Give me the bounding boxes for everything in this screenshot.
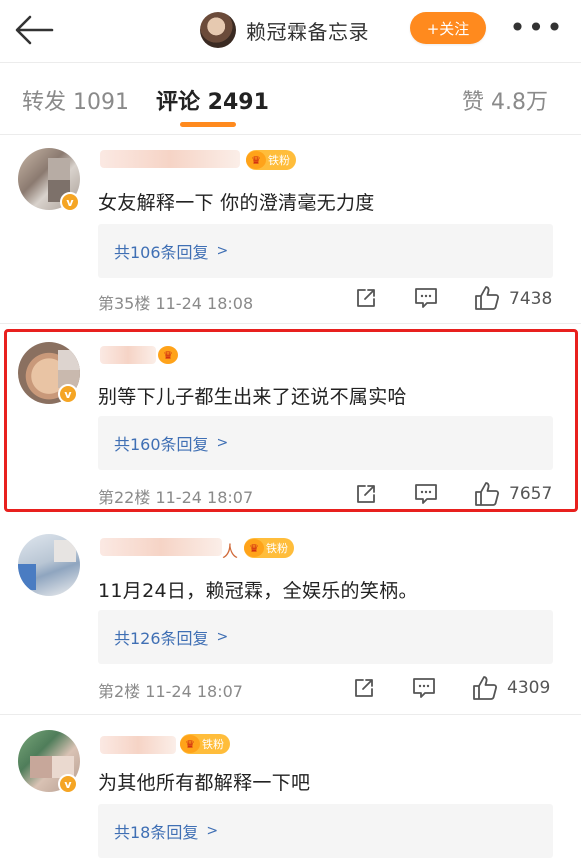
- account-title[interactable]: 赖冠霖备忘录: [200, 10, 369, 50]
- comment-icon: [415, 288, 437, 308]
- share-icon: [355, 679, 373, 697]
- divider: [0, 323, 581, 324]
- thumbs-up-icon: [475, 286, 500, 310]
- view-replies-button[interactable]: 共126条回复 >: [98, 610, 553, 664]
- divider: [0, 62, 581, 63]
- avatar[interactable]: [18, 534, 80, 596]
- crown-icon: ♛: [244, 539, 264, 557]
- comment-item: v 铁粉 ♛ 女友解释一下 你的澄清毫无力度 共106条回复 > 第35楼 11…: [0, 134, 581, 324]
- like-button[interactable]: [470, 673, 500, 703]
- share-icon: [357, 289, 375, 307]
- view-replies-button[interactable]: 共18条回复 >: [98, 804, 553, 858]
- chevron-right-icon: >: [206, 823, 219, 839]
- tab-bar: 转发 1091 评论 2491 赞 4.8万: [0, 64, 581, 132]
- tab-comments[interactable]: 评论 2491: [156, 84, 269, 116]
- comment-icon: [413, 678, 435, 698]
- comment-item: v 铁粉 ♛ 为其他所有都解释一下吧 共18条回复 >: [0, 714, 581, 864]
- account-name[interactable]: 赖冠霖备忘录: [246, 16, 369, 45]
- username-blurred[interactable]: [100, 736, 176, 754]
- comment-item: 人 铁粉 ♛ 11月24日，赖冠霖，全娱乐的笑柄。 共126条回复 > 第2楼 …: [0, 520, 581, 710]
- annotation-highlight-box: [4, 329, 578, 512]
- username-suffix: 人: [222, 542, 239, 561]
- follow-button[interactable]: +关注: [410, 12, 486, 44]
- floor-timestamp: 第2楼 11-24 18:07: [98, 682, 243, 701]
- like-count: 4309: [507, 678, 551, 698]
- verified-badge-icon: v: [58, 774, 78, 794]
- back-button[interactable]: [12, 10, 56, 50]
- tab-reposts[interactable]: 转发 1091: [22, 84, 129, 116]
- comment-button[interactable]: [410, 674, 438, 702]
- chevron-right-icon: >: [216, 243, 229, 259]
- comment-button[interactable]: [412, 284, 440, 312]
- comment-text: 女友解释一下 你的澄清毫无力度: [98, 192, 375, 214]
- thumbs-up-icon: [473, 676, 498, 700]
- tab-likes[interactable]: 赞 4.8万: [462, 84, 548, 116]
- username-blurred[interactable]: [100, 150, 240, 168]
- back-arrow-icon: [15, 15, 54, 45]
- chevron-right-icon: >: [216, 629, 229, 645]
- comment-text: 11月24日，赖冠霖，全娱乐的笑柄。: [98, 580, 418, 602]
- top-bar: 赖冠霖备忘录 +关注 •••: [0, 0, 581, 62]
- like-count: 7438: [509, 289, 553, 309]
- floor-timestamp: 第35楼 11-24 18:08: [98, 294, 254, 313]
- like-button[interactable]: [472, 283, 502, 313]
- share-button[interactable]: [352, 284, 380, 312]
- active-tab-indicator: [180, 122, 236, 127]
- share-button[interactable]: [350, 674, 378, 702]
- username-blurred[interactable]: [100, 538, 222, 556]
- verified-badge-icon: v: [60, 192, 80, 212]
- view-replies-button[interactable]: 共106条回复 >: [98, 224, 553, 278]
- crown-icon: ♛: [180, 735, 200, 753]
- account-avatar[interactable]: [200, 12, 236, 48]
- comment-text: 为其他所有都解释一下吧: [98, 772, 311, 794]
- crown-icon: ♛: [246, 151, 266, 169]
- reply-count: 共18条回复: [114, 823, 199, 842]
- more-icon[interactable]: •••: [509, 14, 563, 42]
- reply-count: 共106条回复: [114, 243, 209, 262]
- reply-count: 共126条回复: [114, 629, 209, 648]
